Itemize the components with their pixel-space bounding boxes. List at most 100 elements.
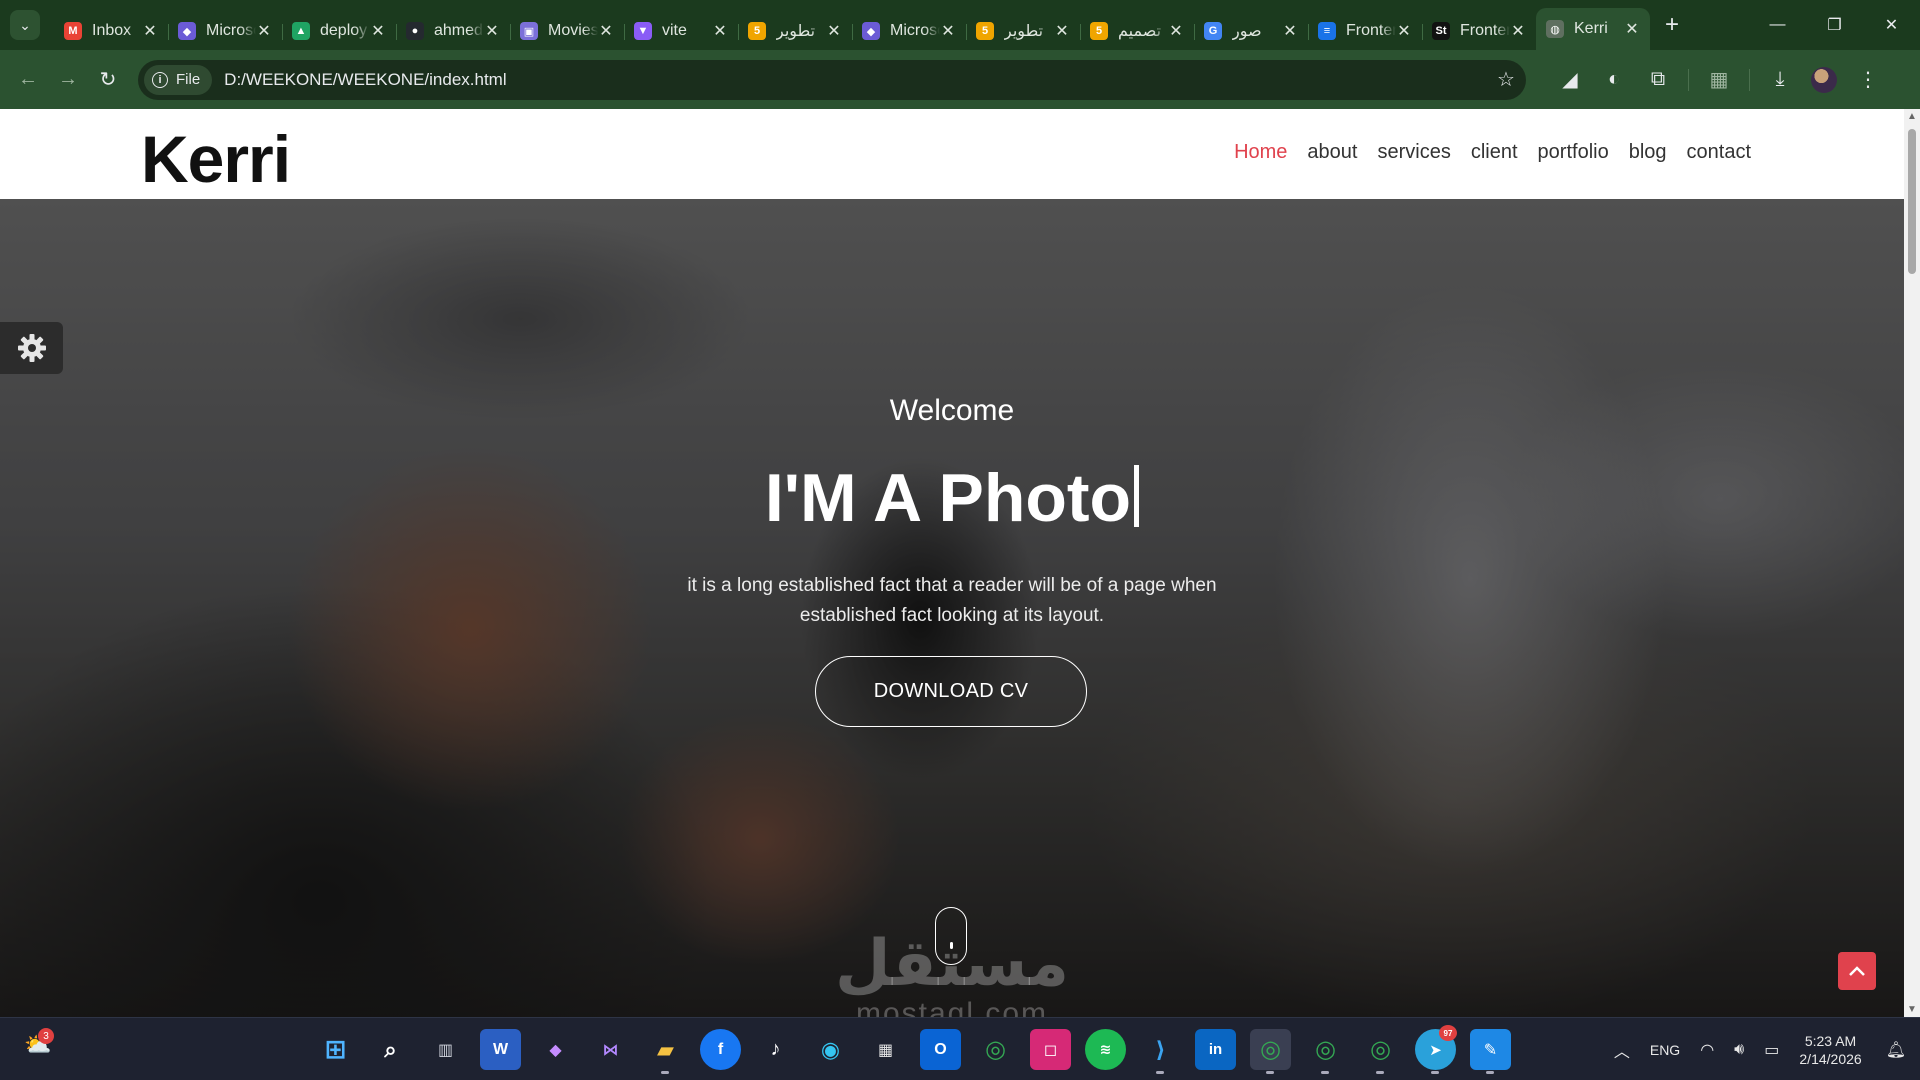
browser-tab[interactable]: ● ahmed ✕ bbox=[396, 12, 510, 50]
browser-tab[interactable]: M Inbox ✕ bbox=[54, 12, 168, 50]
browser-tab[interactable]: ◍ Kerri ✕ bbox=[1536, 8, 1650, 50]
hero-title-text: I'M A Photo bbox=[764, 460, 1132, 536]
bookmark-star-icon[interactable]: ☆ bbox=[1486, 67, 1526, 92]
restore-button[interactable]: ❐ bbox=[1806, 0, 1863, 50]
nav-link-client[interactable]: client bbox=[1471, 141, 1518, 164]
nav-link-services[interactable]: services bbox=[1377, 141, 1450, 164]
tab-title: Inbox bbox=[92, 22, 132, 39]
facebook-icon[interactable]: f bbox=[700, 1029, 741, 1070]
visual-studio-icon[interactable]: ⋈ bbox=[590, 1029, 631, 1070]
tab-close-icon[interactable]: ✕ bbox=[940, 21, 956, 41]
widgets-button[interactable]: ⛅ 3 bbox=[24, 1028, 54, 1058]
linkedin-icon[interactable]: in bbox=[1195, 1029, 1236, 1070]
browser-tab[interactable]: 5 تطوير ✕ bbox=[738, 12, 852, 50]
tab-close-icon[interactable]: ✕ bbox=[826, 21, 842, 41]
browser-tab[interactable]: St Frontend✕ bbox=[1422, 12, 1536, 50]
tab-search-button[interactable]: ⌄ bbox=[10, 10, 40, 40]
browser-tab[interactable]: ◆ Microsoft Copilot✕ bbox=[168, 12, 282, 50]
page-scrollbar[interactable]: ▲ ▼ bbox=[1904, 109, 1920, 1017]
spotify-icon[interactable]: ≋ bbox=[1085, 1029, 1126, 1070]
tab-close-icon[interactable]: ✕ bbox=[1282, 21, 1298, 41]
scroll-down-arrow-icon[interactable]: ▼ bbox=[1907, 1004, 1917, 1015]
browser-tab[interactable]: ▲ deploy ✕ bbox=[282, 12, 396, 50]
download-cv-button[interactable]: DOWNLOAD CV bbox=[815, 656, 1087, 727]
tab-close-icon[interactable]: ✕ bbox=[1168, 21, 1184, 41]
scroll-down-indicator[interactable] bbox=[935, 907, 967, 965]
browser-tab[interactable]: ▼ vite ✕ bbox=[624, 12, 738, 50]
nav-link-portfolio[interactable]: portfolio bbox=[1538, 141, 1609, 164]
telegram-icon[interactable]: ➤ 97 bbox=[1415, 1025, 1457, 1074]
settings-panel-toggle[interactable] bbox=[0, 322, 63, 374]
battery-icon[interactable]: ▭ bbox=[1764, 1040, 1779, 1060]
tiktok-icon[interactable]: ♪ bbox=[755, 1029, 796, 1070]
menu-kebab-icon[interactable]: ⋮ bbox=[1848, 60, 1888, 100]
edge-icon[interactable]: ◉ bbox=[810, 1029, 851, 1070]
outlook-icon[interactable]: O bbox=[920, 1029, 961, 1070]
nav-link-about[interactable]: about bbox=[1307, 141, 1357, 164]
store-icon[interactable]: ▦ bbox=[865, 1029, 906, 1070]
back-to-top-button[interactable] bbox=[1838, 952, 1876, 990]
nav-link-contact[interactable]: contact bbox=[1687, 141, 1751, 164]
chrome-profile-2-icon[interactable]: ◎ bbox=[1305, 1029, 1346, 1074]
clock[interactable]: 5:23 AM 2/14/2026 bbox=[1799, 1032, 1861, 1068]
start-icon[interactable]: ⊞ bbox=[315, 1029, 356, 1070]
copilot-icon[interactable]: ◆ bbox=[535, 1029, 576, 1070]
tab-close-icon[interactable]: ✕ bbox=[370, 21, 386, 41]
browser-tab[interactable]: ≡ Frontend✕ bbox=[1308, 12, 1422, 50]
word-icon[interactable]: W bbox=[480, 1029, 521, 1070]
vscode-icon[interactable]: ⟩ bbox=[1140, 1029, 1181, 1074]
search-icon[interactable]: ⌕ bbox=[370, 1029, 411, 1070]
task-view-icon[interactable]: ▥ bbox=[425, 1029, 466, 1070]
minimize-button[interactable]: — bbox=[1749, 0, 1806, 50]
tab-close-icon[interactable]: ✕ bbox=[712, 21, 728, 41]
wifi-icon[interactable]: ◠ bbox=[1700, 1040, 1714, 1060]
scrollbar-thumb[interactable] bbox=[1908, 129, 1916, 274]
scroll-up-arrow-icon[interactable]: ▲ bbox=[1907, 111, 1917, 122]
reload-icon: ↻ bbox=[99, 69, 117, 91]
puzzle-icon[interactable]: ⧉ bbox=[1638, 60, 1678, 100]
tab-close-icon[interactable]: ✕ bbox=[1054, 21, 1070, 41]
browser-tab[interactable]: 5 تصميم ✕ bbox=[1080, 12, 1194, 50]
qr-code-icon[interactable]: ▦ bbox=[1699, 60, 1739, 100]
address-bar[interactable]: i File D:/WEEKONE/WEEKONE/index.html ☆ bbox=[138, 59, 1526, 100]
site-icon: St bbox=[1432, 22, 1450, 40]
forward-button[interactable]: → bbox=[48, 60, 88, 100]
restore-icon: ❐ bbox=[1827, 17, 1842, 34]
browser-tab[interactable]: ◆ Microsoft Copilot✕ bbox=[852, 12, 966, 50]
tab-title: vite bbox=[662, 22, 687, 39]
chrome-profile-3-icon[interactable]: ◎ bbox=[1360, 1029, 1401, 1074]
new-tab-button[interactable]: + bbox=[1656, 9, 1688, 41]
nav-link-home[interactable]: Home bbox=[1234, 141, 1287, 164]
reload-button[interactable]: ↻ bbox=[88, 60, 128, 100]
instagram-icon[interactable]: ◻ bbox=[1030, 1029, 1071, 1070]
browser-tab[interactable]: G صور ✕ bbox=[1194, 12, 1308, 50]
browser-tab[interactable]: 5 تطوير ✕ bbox=[966, 12, 1080, 50]
notifications-bell-icon[interactable]: 🔔︎ bbox=[1886, 1040, 1906, 1060]
download-icon[interactable]: ⤓ bbox=[1760, 60, 1800, 100]
chrome-icon[interactable]: ◎ bbox=[975, 1029, 1016, 1070]
tab-close-icon[interactable]: ✕ bbox=[1510, 21, 1526, 41]
profile-button[interactable] bbox=[1804, 60, 1844, 100]
chrome-profile-icon[interactable]: ◎ bbox=[1250, 1029, 1291, 1074]
site-logo[interactable]: Kerri bbox=[141, 121, 291, 197]
paint-icon[interactable]: ✎ bbox=[1470, 1029, 1511, 1074]
site-info-chip[interactable]: i File bbox=[144, 64, 213, 95]
url-text[interactable]: D:/WEEKONE/WEEKONE/index.html bbox=[224, 70, 1486, 90]
browser-tab[interactable]: ▣ Movies ✕ bbox=[510, 12, 624, 50]
tab-close-icon[interactable]: ✕ bbox=[256, 21, 272, 41]
tab-close-icon[interactable]: ✕ bbox=[1624, 19, 1640, 39]
chevron-up-icon[interactable]: ︿ bbox=[1614, 1038, 1630, 1062]
tab-close-icon[interactable]: ✕ bbox=[484, 21, 500, 41]
profile-extension-icon[interactable]: ◐ bbox=[1594, 60, 1634, 100]
tab-close-icon[interactable]: ✕ bbox=[142, 21, 158, 41]
close-window-button[interactable]: ✕ bbox=[1863, 0, 1920, 50]
tab-close-icon[interactable]: ✕ bbox=[1396, 21, 1412, 41]
tab-title: تطوير bbox=[1004, 23, 1044, 40]
language-indicator[interactable]: ENG bbox=[1650, 1042, 1680, 1058]
tab-close-icon[interactable]: ✕ bbox=[598, 21, 614, 41]
back-button[interactable]: ← bbox=[8, 60, 48, 100]
volume-icon[interactable]: 🔊︎ bbox=[1734, 1041, 1744, 1059]
file-explorer-icon[interactable]: ▰ bbox=[645, 1029, 686, 1074]
extension-icon[interactable]: ◢ bbox=[1550, 60, 1590, 100]
nav-link-blog[interactable]: blog bbox=[1629, 141, 1667, 164]
